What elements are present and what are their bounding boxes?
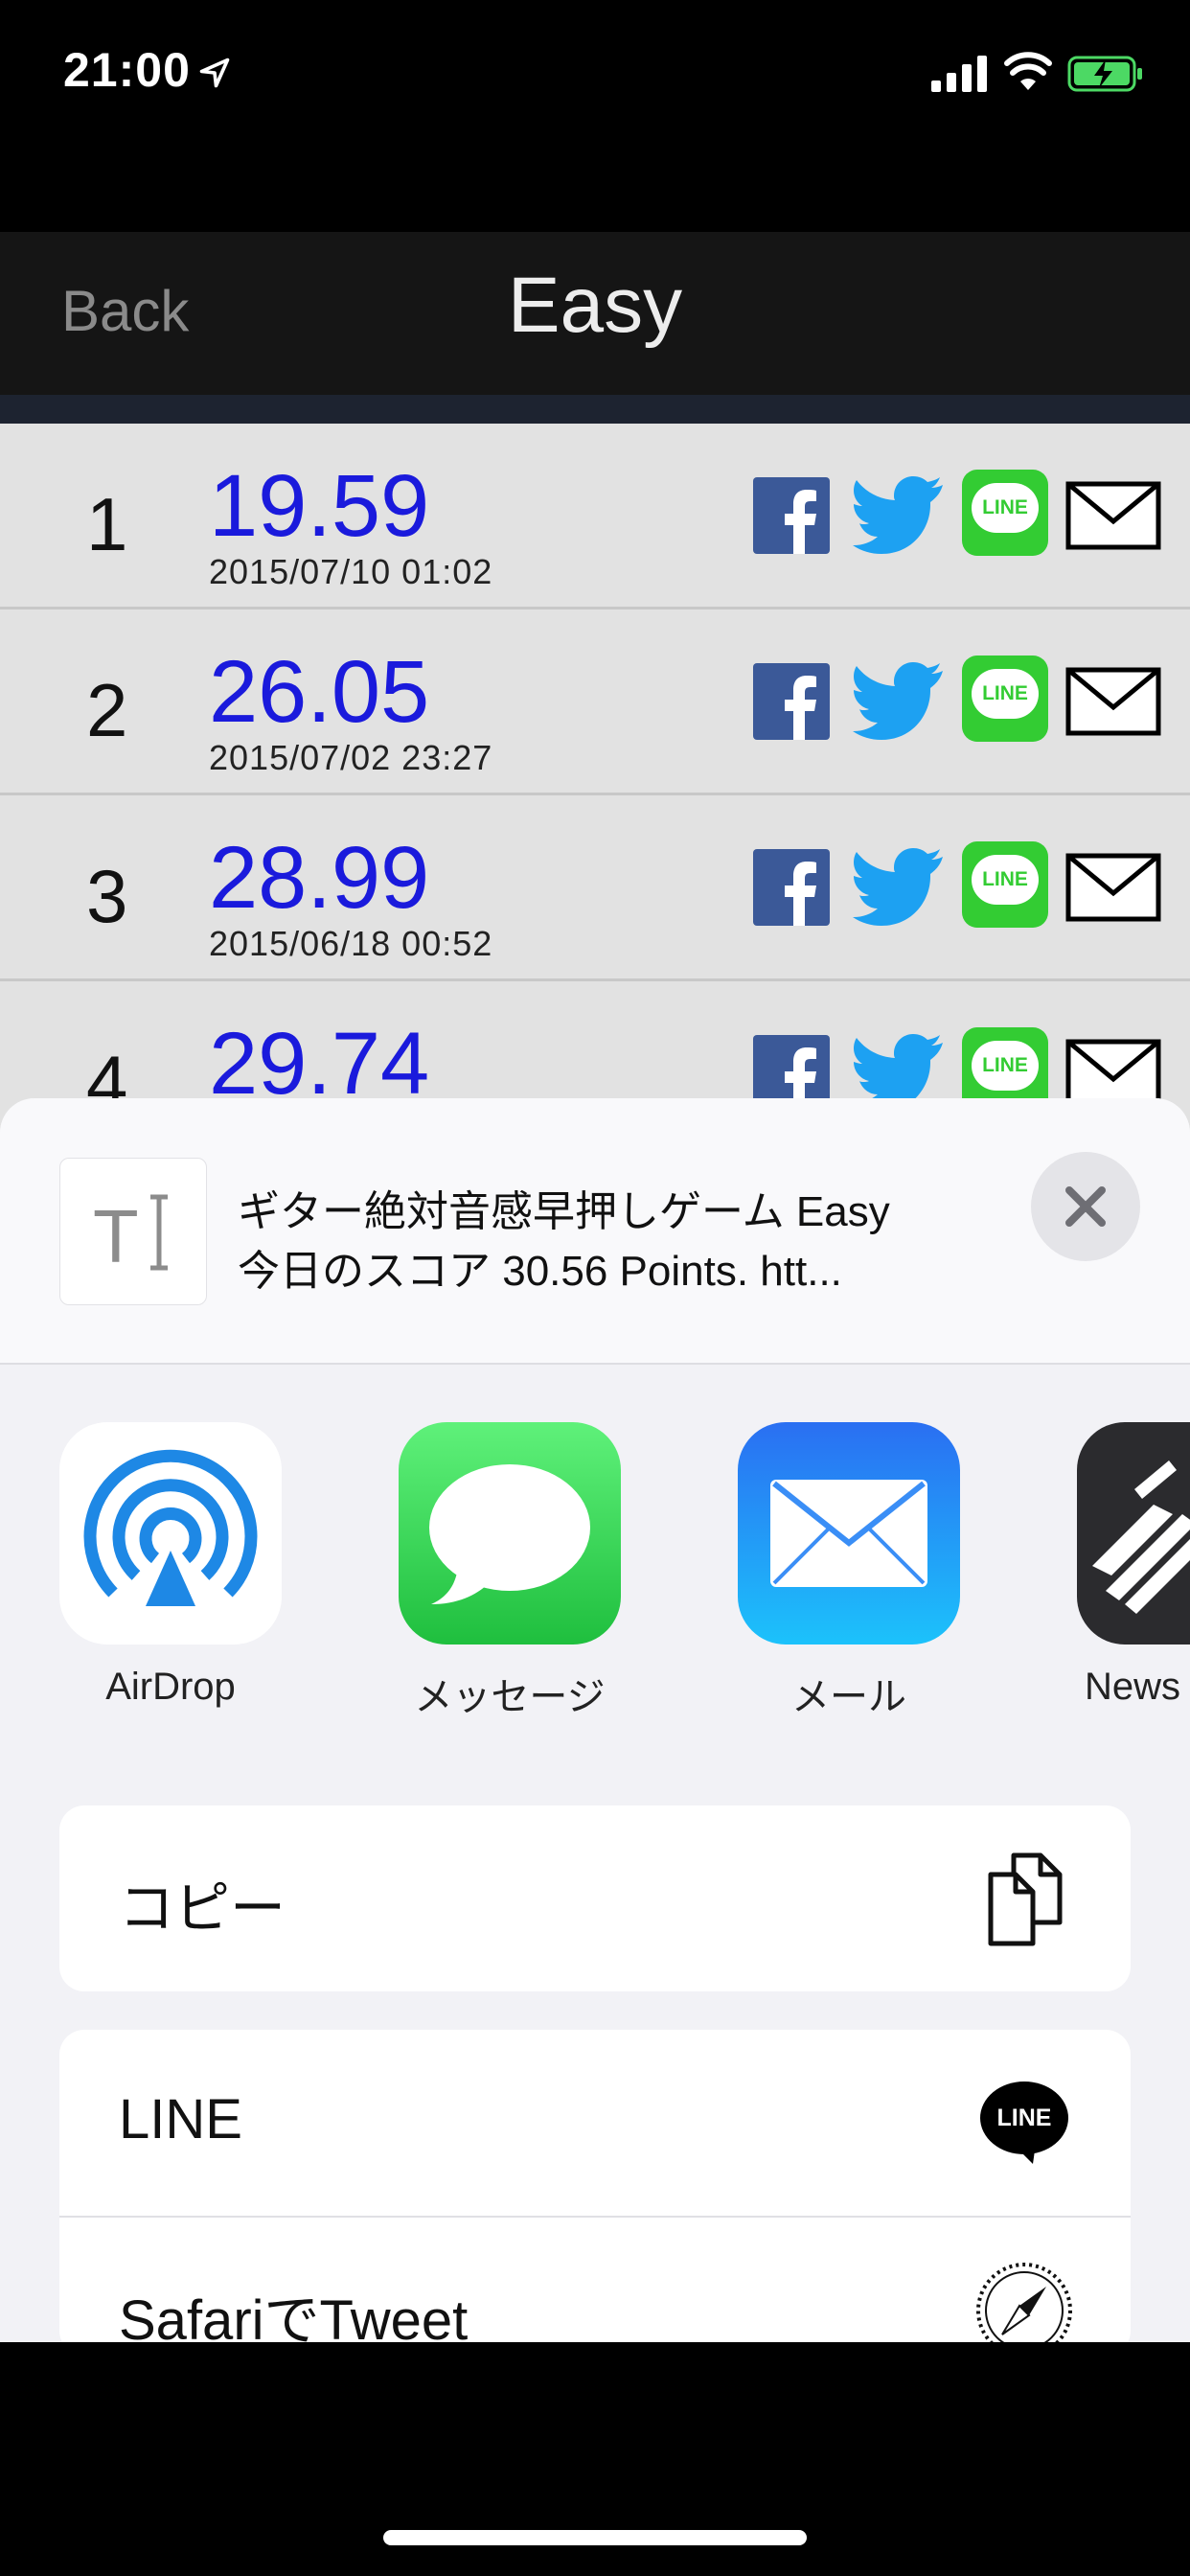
share-apps-row: AirDrop メッセージ メール News bbox=[0, 1422, 1190, 1767]
svg-text:T: T bbox=[93, 1194, 139, 1278]
facebook-icon[interactable] bbox=[753, 663, 830, 740]
mail-icon[interactable] bbox=[1065, 853, 1161, 922]
action-label: LINE bbox=[119, 2088, 242, 2150]
line-icon[interactable]: LINE bbox=[962, 470, 1048, 556]
home-indicator[interactable] bbox=[383, 2530, 807, 2545]
line-icon: LINE bbox=[972, 2070, 1077, 2175]
row-share-icons: LINE bbox=[753, 470, 1165, 564]
mail-icon[interactable] bbox=[1065, 667, 1161, 736]
share-app-label: News bbox=[1085, 1666, 1181, 1708]
score-date: 2015/07/02 23:27 bbox=[209, 738, 493, 777]
share-app-mail[interactable]: メール bbox=[738, 1422, 960, 1721]
score-value: 19.59 bbox=[209, 457, 430, 555]
row-share-icons: LINE bbox=[753, 656, 1165, 749]
mail-app-icon bbox=[738, 1422, 960, 1644]
share-preview-header: T ギター絶対音感早押しゲーム Easy 今日のスコア 30.56 Points… bbox=[0, 1098, 1190, 1365]
score-value: 26.05 bbox=[209, 643, 430, 741]
twitter-icon[interactable] bbox=[853, 661, 945, 742]
text-document-icon: T bbox=[59, 1158, 207, 1305]
news-icon bbox=[1077, 1422, 1190, 1644]
facebook-icon[interactable] bbox=[753, 849, 830, 926]
score-row: 1 19.59 2015/07/10 01:02 LINE bbox=[0, 424, 1190, 610]
line-badge-text: LINE bbox=[996, 2104, 1052, 2131]
mail-icon[interactable] bbox=[1065, 481, 1161, 550]
rank-number: 1 bbox=[86, 482, 128, 566]
rank-number: 3 bbox=[86, 854, 128, 938]
score-row: 2 26.05 2015/07/02 23:27 LINE bbox=[0, 610, 1190, 795]
line-badge-text: LINE bbox=[982, 868, 1028, 890]
location-arrow-icon bbox=[199, 58, 230, 88]
action-group-apps: LINE LINE SafariでTweet bbox=[59, 2030, 1131, 2342]
share-app-label: メール bbox=[791, 1676, 906, 1718]
row-share-icons: LINE bbox=[753, 841, 1165, 935]
action-line[interactable]: LINE LINE bbox=[59, 2030, 1131, 2216]
facebook-icon[interactable] bbox=[753, 477, 830, 554]
page-title: Easy bbox=[507, 262, 683, 349]
share-preview-line1: ギター絶対音感早押しゲーム Easy bbox=[238, 1188, 890, 1235]
safari-compass-icon bbox=[976, 2263, 1072, 2342]
status-bar: 21:00 bbox=[0, 0, 1190, 144]
action-label: SafariでTweet bbox=[119, 2289, 469, 2342]
line-icon[interactable]: LINE bbox=[962, 656, 1048, 742]
line-badge-text: LINE bbox=[982, 682, 1028, 704]
share-sheet: T ギター絶対音感早押しゲーム Easy 今日のスコア 30.56 Points… bbox=[0, 1098, 1190, 2342]
action-group-copy: コピー bbox=[59, 1806, 1131, 1991]
share-app-news[interactable]: News bbox=[1077, 1422, 1190, 1709]
close-icon bbox=[1065, 1186, 1106, 1227]
status-time: 21:00 bbox=[63, 43, 191, 97]
share-preview-line2: 今日のスコア 30.56 Points. htt... bbox=[238, 1248, 842, 1295]
messages-icon bbox=[399, 1422, 621, 1644]
share-app-messages[interactable]: メッセージ bbox=[399, 1422, 621, 1721]
rank-number: 2 bbox=[86, 668, 128, 752]
score-date: 2015/06/18 00:52 bbox=[209, 924, 493, 963]
score-value: 28.99 bbox=[209, 829, 430, 927]
line-icon[interactable]: LINE bbox=[962, 841, 1048, 928]
close-button[interactable] bbox=[1031, 1152, 1140, 1261]
twitter-icon[interactable] bbox=[853, 475, 945, 556]
battery-charging-icon bbox=[1067, 56, 1142, 92]
cellular-signal-icon bbox=[931, 56, 987, 92]
wifi-icon bbox=[1004, 52, 1052, 90]
share-app-label: AirDrop bbox=[105, 1666, 236, 1708]
score-date: 2015/07/10 01:02 bbox=[209, 552, 493, 591]
header-image-strip bbox=[0, 395, 1190, 424]
action-copy[interactable]: コピー bbox=[59, 1806, 1131, 1991]
airdrop-icon bbox=[59, 1422, 282, 1644]
action-label: コピー bbox=[119, 1877, 286, 1940]
share-app-label: メッセージ bbox=[414, 1676, 606, 1718]
score-list: 1 19.59 2015/07/10 01:02 LINE 2 26.05 20… bbox=[0, 424, 1190, 1167]
line-badge-text: LINE bbox=[982, 496, 1028, 518]
line-badge-text: LINE bbox=[982, 1054, 1028, 1076]
copy-icon bbox=[988, 1852, 1063, 1946]
share-app-airdrop[interactable]: AirDrop bbox=[59, 1422, 282, 1709]
score-row: 3 28.99 2015/06/18 00:52 LINE bbox=[0, 795, 1190, 981]
action-safari-tweet[interactable]: SafariでTweet bbox=[59, 2216, 1131, 2342]
twitter-icon[interactable] bbox=[853, 847, 945, 928]
